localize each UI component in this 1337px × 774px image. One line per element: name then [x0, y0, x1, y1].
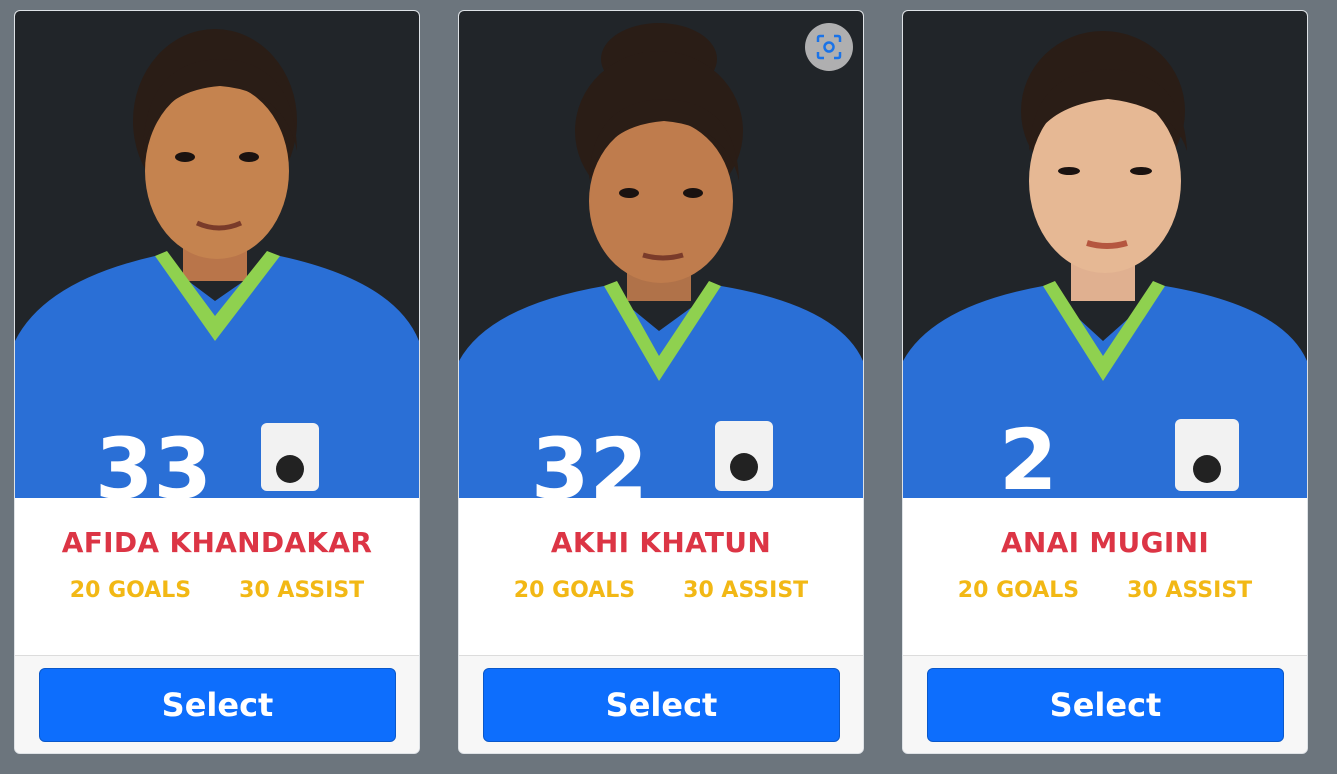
player-photo: 2	[903, 11, 1307, 498]
player-card-grid: 33 AFIDA KHANDAKAR 20 GOALS 30 ASSIST Se…	[0, 0, 1337, 774]
jersey-number: 33	[95, 420, 212, 498]
player-name: AKHI KHATUN	[550, 526, 772, 559]
assist-stat: 30 ASSIST	[239, 578, 365, 603]
player-stats: 20 GOALS 30 ASSIST	[15, 578, 419, 603]
player-photo: 32	[459, 11, 863, 498]
select-button[interactable]: Select	[39, 668, 396, 742]
player-info: AFIDA KHANDAKAR 20 GOALS 30 ASSIST	[15, 498, 419, 655]
player-card: 32 AKHI KHATUN 20 GOALS 30 ASSIST Select	[458, 10, 864, 754]
card-footer: Select	[903, 655, 1307, 753]
jersey-number: 2	[999, 411, 1057, 498]
card-footer: Select	[15, 655, 419, 753]
goals-stat: 20 GOALS	[69, 578, 192, 603]
player-stats: 20 GOALS 30 ASSIST	[903, 578, 1307, 603]
player-info: ANAI MUGINI 20 GOALS 30 ASSIST	[903, 498, 1307, 655]
player-name: ANAI MUGINI	[1000, 526, 1210, 559]
player-photo: 33	[15, 11, 419, 498]
player-info: AKHI KHATUN 20 GOALS 30 ASSIST	[459, 498, 863, 655]
card-footer: Select	[459, 655, 863, 753]
player-stats: 20 GOALS 30 ASSIST	[459, 578, 863, 603]
player-name: AFIDA KHANDAKAR	[61, 526, 373, 559]
goals-stat: 20 GOALS	[957, 578, 1080, 603]
player-card: 2 ANAI MUGINI 20 GOALS 30 ASSIST Select	[902, 10, 1308, 754]
select-button[interactable]: Select	[483, 668, 840, 742]
player-card: 33 AFIDA KHANDAKAR 20 GOALS 30 ASSIST Se…	[14, 10, 420, 754]
select-button[interactable]: Select	[927, 668, 1284, 742]
lens-icon	[815, 33, 843, 61]
image-search-button[interactable]	[805, 23, 853, 71]
jersey-number: 32	[531, 420, 648, 498]
assist-stat: 30 ASSIST	[1127, 578, 1253, 603]
assist-stat: 30 ASSIST	[683, 578, 809, 603]
goals-stat: 20 GOALS	[513, 578, 636, 603]
